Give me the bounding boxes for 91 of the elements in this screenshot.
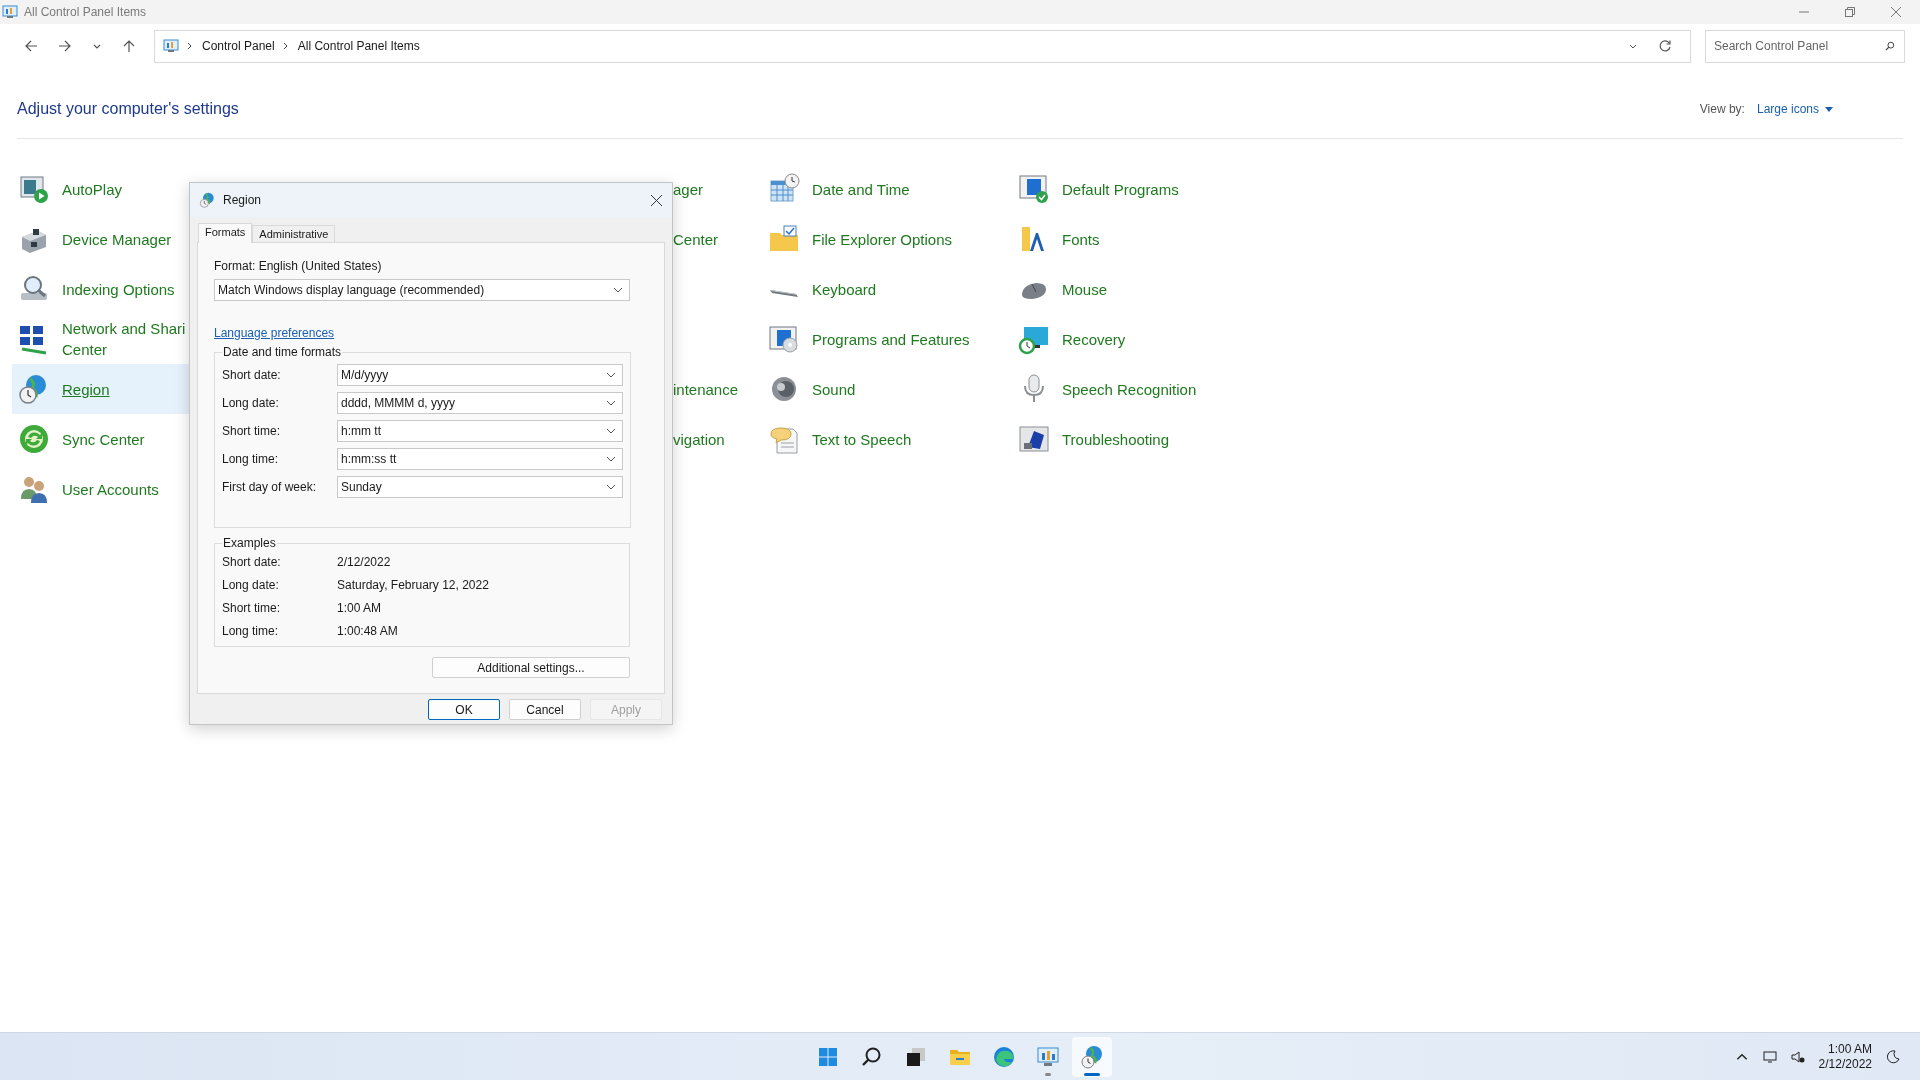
network-monitor-icon[interactable] xyxy=(1762,1049,1777,1064)
monitor-tools-icon[interactable] xyxy=(1018,423,1050,455)
settings-item-link[interactable]: Indexing Options xyxy=(62,278,175,300)
tab[interactable]: Administrative xyxy=(252,225,336,242)
search-icon[interactable] xyxy=(1885,40,1895,51)
settings-item-link[interactable]: intenance xyxy=(673,378,739,400)
page-heading: Adjust your computer's settings xyxy=(17,100,239,118)
settings-item-link[interactable]: Troubleshooting xyxy=(1062,428,1169,450)
control-panel-icon xyxy=(2,4,18,20)
format-dropdown[interactable]: Sunday xyxy=(337,476,623,498)
speaker-muted-icon[interactable] xyxy=(1790,1049,1805,1064)
settings-item-link[interactable]: Keyboard xyxy=(812,278,877,300)
format-dropdown[interactable]: h:mm tt xyxy=(337,420,623,442)
group-title: Examples xyxy=(222,536,277,550)
settings-item-link[interactable]: vigation xyxy=(673,428,725,450)
breadcrumb-link[interactable]: Control Panel xyxy=(202,39,275,53)
chevron-down-icon xyxy=(606,484,616,490)
settings-item-link[interactable]: Recovery xyxy=(1062,328,1126,350)
field-label: Short time: xyxy=(222,424,282,438)
settings-item-link[interactable]: Date and Time xyxy=(812,178,910,200)
settings-item-link[interactable]: Mouse xyxy=(1062,278,1108,300)
forward-arrow-icon[interactable] xyxy=(58,39,72,53)
breadcrumb-link[interactable]: All Control Panel Items xyxy=(297,39,420,53)
caret-icon xyxy=(1825,106,1833,112)
field-label: First day of week: xyxy=(222,480,318,494)
restore-icon[interactable] xyxy=(1845,7,1855,17)
clock-time[interactable]: 1:00 AM xyxy=(1827,1041,1872,1057)
dialog-button[interactable]: Cancel xyxy=(509,699,581,720)
settings-item-link[interactable]: Programs and Features xyxy=(812,328,970,350)
window-check-icon[interactable] xyxy=(1018,173,1050,205)
format-dropdown[interactable]: M/d/yyyy xyxy=(337,364,623,386)
control-panel-icon xyxy=(163,38,179,54)
settings-item-link[interactable]: Region xyxy=(62,378,110,400)
field-label: Long time: xyxy=(222,452,280,466)
chevron-down-icon xyxy=(606,400,616,406)
settings-item-link[interactable]: Center xyxy=(673,228,719,250)
chevron-down-icon xyxy=(606,372,616,378)
settings-item-link[interactable]: Fonts xyxy=(1062,228,1100,250)
chevron-down-icon xyxy=(606,456,616,462)
format-label: Format: English (United States) xyxy=(214,259,382,274)
settings-item-link[interactable]: Network and Shari Center xyxy=(62,318,186,360)
clock-date[interactable]: 2/12/2022 xyxy=(1818,1056,1872,1072)
dialog-title: Region xyxy=(223,193,262,207)
additional-settings-button[interactable]: Additional settings... xyxy=(432,657,630,678)
up-arrow-icon[interactable] xyxy=(122,39,136,53)
back-arrow-icon[interactable] xyxy=(24,39,38,53)
settings-item-link[interactable]: Sound xyxy=(812,378,856,400)
settings-item-link[interactable]: Speech Recognition xyxy=(1062,378,1197,400)
example-value: 2/12/2022 xyxy=(337,554,391,569)
search-field[interactable]: Search Control Panel xyxy=(1705,29,1905,63)
example-label: Short date: xyxy=(222,554,282,569)
play-window-icon[interactable] xyxy=(18,173,50,205)
example-label: Long date: xyxy=(222,577,280,592)
settings-item-link[interactable]: Sync Center xyxy=(62,428,145,450)
settings-item-link[interactable]: ager xyxy=(673,178,704,200)
example-value: 1:00 AM xyxy=(337,600,382,615)
settings-item-link[interactable]: AutoPlay xyxy=(62,178,123,200)
globe-clock-icon xyxy=(1080,1044,1104,1069)
example-value: 1:00:48 AM xyxy=(337,623,398,638)
language-preferences-link[interactable]: Language preferences xyxy=(214,326,335,341)
chevron-down-icon xyxy=(613,287,623,293)
refresh-icon[interactable] xyxy=(1658,39,1672,53)
calendar-clock-icon[interactable] xyxy=(768,173,800,205)
tab[interactable]: Formats xyxy=(198,223,253,243)
dialog-button[interactable]: OK xyxy=(428,699,500,720)
globe-clock-icon xyxy=(199,192,215,208)
example-label: Short time: xyxy=(222,600,282,615)
window-disc-icon[interactable] xyxy=(768,323,800,355)
settings-item-link[interactable]: Device Manager xyxy=(62,228,172,250)
settings-item-link[interactable]: Default Programs xyxy=(1062,178,1179,200)
format-dropdown[interactable]: dddd, MMMM d, yyyy xyxy=(337,392,623,414)
settings-item-link[interactable]: User Accounts xyxy=(62,478,159,500)
view-mode-dropdown[interactable]: Large icons xyxy=(1756,102,1833,116)
settings-item-link[interactable]: Text to Speech xyxy=(812,428,912,450)
example-value: Saturday, February 12, 2022 xyxy=(337,577,489,592)
browser-icon xyxy=(992,1044,1016,1069)
moon-icon[interactable] xyxy=(1886,1049,1900,1064)
settings-item-link[interactable]: File Explorer Options xyxy=(812,228,953,250)
format-dropdown[interactable]: h:mm:ss tt xyxy=(337,448,623,470)
example-label: Long time: xyxy=(222,623,280,638)
address-bar[interactable]: Control Panel All Control Panel Items xyxy=(154,29,1691,63)
window-title: All Control Panel Items xyxy=(24,5,147,19)
monitor-chart-icon xyxy=(1036,1044,1060,1069)
format-dropdown[interactable]: Match Windows display language (recommended) xyxy=(214,279,630,301)
close-icon[interactable] xyxy=(651,194,662,206)
sync-icon[interactable] xyxy=(18,423,50,455)
chevron-down-icon xyxy=(606,428,616,434)
chevron-right-icon xyxy=(187,41,193,51)
group-title: Date and time formats xyxy=(222,345,343,359)
chevron-right-icon xyxy=(282,41,289,51)
view-by-label: View by: xyxy=(1699,102,1745,116)
